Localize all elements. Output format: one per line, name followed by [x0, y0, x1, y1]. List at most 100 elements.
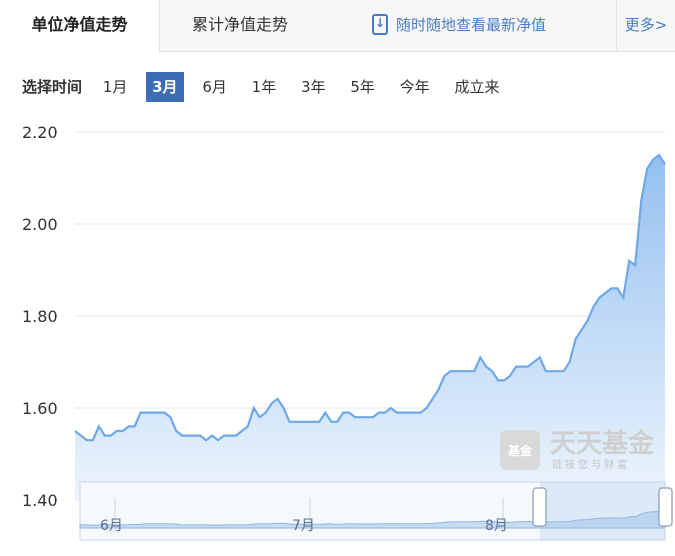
data-point	[568, 360, 572, 364]
more-link[interactable]: 更多>	[616, 0, 675, 52]
data-point	[431, 397, 435, 401]
data-point	[311, 420, 315, 424]
data-point	[389, 406, 393, 410]
data-point	[603, 291, 607, 295]
tab-cumulative-nav-trend[interactable]: 累计净值走势	[160, 0, 320, 52]
data-point	[73, 429, 77, 433]
data-point	[305, 420, 309, 424]
data-point	[186, 434, 190, 438]
data-point	[586, 319, 590, 323]
period-1m[interactable]: 1月	[97, 72, 134, 102]
data-point	[341, 411, 345, 415]
data-point	[204, 438, 208, 442]
range-navigator[interactable]: 6月 7月 8月	[79, 481, 673, 541]
data-point	[335, 420, 339, 424]
data-point	[162, 411, 166, 415]
data-point	[174, 429, 178, 433]
data-point	[216, 438, 220, 442]
data-point	[425, 406, 429, 410]
data-point	[252, 406, 256, 410]
navigator-right-handle[interactable]	[658, 487, 673, 527]
data-point	[383, 411, 387, 415]
mobile-download-icon	[372, 14, 388, 35]
data-point	[419, 411, 423, 415]
navigator-selected-range[interactable]	[540, 482, 665, 540]
y-tick-label: 2.20	[22, 123, 58, 142]
data-point	[109, 434, 113, 438]
app-promo-link[interactable]: 随时随地查看最新净值	[372, 0, 602, 52]
watermark-tagline: 链接您与财富	[552, 458, 630, 471]
data-point	[627, 259, 631, 263]
data-point	[490, 369, 494, 373]
data-point	[615, 286, 619, 290]
data-point	[139, 411, 143, 415]
data-point	[520, 365, 524, 369]
data-point	[437, 388, 441, 392]
data-point	[639, 199, 643, 203]
data-point	[592, 305, 596, 309]
data-point	[264, 411, 268, 415]
period-3y[interactable]: 3年	[295, 72, 332, 102]
data-point	[329, 420, 333, 424]
data-point	[538, 355, 542, 359]
data-point	[466, 369, 470, 373]
data-point	[246, 424, 250, 428]
data-point	[449, 369, 453, 373]
data-point	[663, 162, 667, 166]
data-point	[240, 429, 244, 433]
data-point	[294, 420, 298, 424]
data-point	[651, 158, 655, 162]
data-point	[609, 286, 613, 290]
data-point	[103, 434, 107, 438]
data-point	[460, 369, 464, 373]
period-3m[interactable]: 3月	[146, 72, 184, 102]
data-point	[198, 434, 202, 438]
data-point	[508, 374, 512, 378]
data-point	[282, 406, 286, 410]
data-point	[645, 167, 649, 171]
data-point	[222, 434, 226, 438]
data-point	[258, 415, 262, 419]
period-label: 选择时间	[22, 78, 83, 96]
data-point	[156, 411, 160, 415]
period-since-inception[interactable]: 成立来	[448, 72, 505, 102]
data-point	[443, 374, 447, 378]
data-point	[401, 411, 405, 415]
period-selector: 选择时间 1月 3月 6月 1年 3年 5年 今年 成立来	[22, 72, 513, 102]
period-1y[interactable]: 1年	[246, 72, 283, 102]
data-point	[621, 296, 625, 300]
period-5y[interactable]: 5年	[344, 72, 381, 102]
period-6m[interactable]: 6月	[196, 72, 233, 102]
data-point	[377, 411, 381, 415]
y-tick-label: 1.80	[22, 307, 58, 326]
data-point	[562, 369, 566, 373]
data-point	[472, 369, 476, 373]
data-point	[550, 369, 554, 373]
data-point	[371, 415, 375, 419]
data-point	[365, 415, 369, 419]
period-ytd[interactable]: 今年	[394, 72, 436, 102]
watermark-brand: 天天基金	[550, 428, 655, 459]
navigator-left-handle[interactable]	[532, 487, 547, 527]
y-tick-label: 1.40	[22, 491, 58, 510]
data-point	[395, 411, 399, 415]
data-point	[288, 420, 292, 424]
data-point	[192, 434, 196, 438]
data-point	[300, 420, 304, 424]
data-point	[323, 411, 327, 415]
data-point	[597, 296, 601, 300]
app-promo-label: 随时随地查看最新净值	[396, 16, 547, 34]
tab-unit-nav-trend[interactable]: 单位净值走势	[0, 0, 160, 53]
data-point	[121, 429, 125, 433]
data-point	[210, 434, 214, 438]
data-point	[413, 411, 417, 415]
data-point	[526, 365, 530, 369]
data-point	[532, 360, 536, 364]
data-point	[133, 424, 137, 428]
data-point	[91, 438, 95, 442]
data-point	[145, 411, 149, 415]
data-point	[633, 263, 637, 267]
data-point	[97, 424, 101, 428]
data-point	[407, 411, 411, 415]
data-point	[127, 424, 131, 428]
